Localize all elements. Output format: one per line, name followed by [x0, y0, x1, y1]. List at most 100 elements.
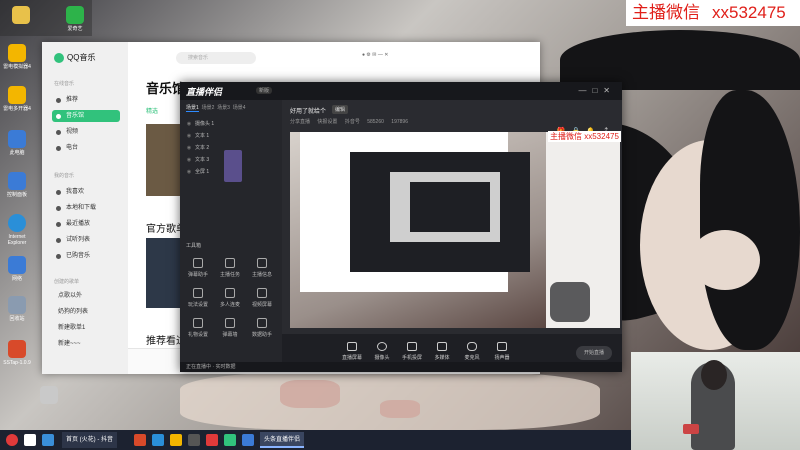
- desktop-icon-ldmulti[interactable]: 雷电多开器4: [2, 86, 32, 112]
- qq-created-item[interactable]: 新建歌单1: [52, 322, 120, 334]
- desktop-icon-user[interactable]: [6, 6, 36, 26]
- desktop-icon-recycle-bin[interactable]: 回收站: [2, 296, 32, 322]
- lp-tool-label: 多人连麦: [219, 302, 240, 308]
- microphone-icon: [467, 342, 477, 351]
- lp-tool[interactable]: 数据助手: [248, 318, 276, 338]
- close-icon[interactable]: ✕: [603, 86, 616, 95]
- taskbar-app-active[interactable]: 头条直播伴侣: [260, 432, 305, 448]
- desktop-icon-this-pc[interactable]: 此电脑: [2, 130, 32, 156]
- iqiyi-icon: [66, 6, 84, 24]
- lp-layer[interactable]: ◉ 文本 2: [186, 144, 209, 151]
- lp-meta-item[interactable]: 快报设置: [317, 119, 337, 125]
- settings-icon[interactable]: ⚙: [366, 52, 370, 58]
- desktop-icon-label: Internet Explorer: [7, 234, 27, 246]
- lp-start-live-button[interactable]: 开始直播: [576, 346, 612, 360]
- close-icon[interactable]: ✕: [384, 52, 388, 58]
- lp-meta-item[interactable]: 分享直播: [290, 119, 310, 125]
- lp-tools-header: 工具箱: [186, 243, 202, 249]
- lp-layer[interactable]: ◉ 摄像头 1: [186, 120, 214, 127]
- lp-control-phone[interactable]: 手机投屏: [398, 342, 426, 361]
- eye-icon[interactable]: ◉: [186, 157, 192, 163]
- lp-tool[interactable]: 多人连麦: [216, 288, 244, 308]
- desktop-icon-ldplayer[interactable]: 雷电模拟器4: [2, 44, 32, 70]
- screen-icon: [257, 288, 267, 298]
- desktop-icon-label: 此电脑: [9, 150, 25, 156]
- radio-icon: [56, 146, 61, 151]
- tab-scene-3[interactable]: 场景3: [217, 105, 230, 111]
- qq-mine-purchased[interactable]: 已购音乐: [52, 250, 120, 262]
- lp-tool[interactable]: 礼物设置: [184, 318, 212, 338]
- lp-tool[interactable]: 弹幕墙: [216, 318, 244, 338]
- qq-nav-recommend[interactable]: 推荐: [52, 94, 120, 106]
- eye-icon[interactable]: ◉: [186, 133, 192, 139]
- desktop-icon-control-panel[interactable]: 控制面板: [2, 172, 32, 198]
- desktop-icon-ie[interactable]: Internet Explorer: [2, 214, 32, 246]
- lp-layer[interactable]: ◉ 文本 1: [186, 132, 209, 139]
- eye-icon[interactable]: ◉: [186, 121, 192, 127]
- desktop-icon-label: 雷电模拟器4: [3, 64, 31, 70]
- minimize-icon[interactable]: —: [578, 86, 592, 95]
- qq-nav-video[interactable]: 视频: [52, 126, 120, 138]
- desktop-icon-iqiyi[interactable]: 爱奇艺: [60, 6, 90, 32]
- tab-scene-4[interactable]: 场景4: [233, 105, 246, 111]
- lp-tool[interactable]: 玩法设置: [184, 288, 212, 308]
- lp-tool-label: 弹幕助手: [187, 272, 208, 278]
- lp-tool[interactable]: 弹幕助手: [184, 258, 212, 278]
- lp-control-speaker[interactable]: 扬声器: [488, 342, 516, 361]
- tab-scene-1[interactable]: 场景1: [186, 105, 199, 112]
- qq-mine-local[interactable]: 本地和下载: [52, 202, 120, 214]
- lp-control-mic[interactable]: 麦克风: [458, 342, 486, 361]
- qq-music-icon[interactable]: [224, 434, 236, 446]
- sstap-icon: [8, 340, 26, 358]
- lp-layer[interactable]: ◉ 文本 3: [186, 156, 209, 163]
- taskbar-app-label: 头条直播伴侣: [264, 437, 301, 443]
- lp-control-label: 手机投屏: [401, 355, 422, 361]
- app-icon[interactable]: [152, 434, 164, 446]
- lp-tool[interactable]: 视频屏幕: [248, 288, 276, 308]
- qq-created-item[interactable]: 点歌以外: [52, 290, 120, 302]
- avatar[interactable]: ●: [362, 52, 365, 58]
- app-icon[interactable]: [134, 434, 146, 446]
- overlay-wechat-label: 主播微信 xx532475: [548, 131, 621, 142]
- search-icon[interactable]: [24, 434, 36, 446]
- desktop-icon-keyboard[interactable]: [34, 386, 64, 406]
- app-icon[interactable]: [170, 434, 182, 446]
- browser-icon[interactable]: [42, 434, 54, 446]
- app-icon[interactable]: [242, 434, 254, 446]
- lp-control-screen[interactable]: 直播屏幕: [338, 342, 366, 361]
- taskbar-app[interactable]: 首页 (火花) - 抖音: [62, 432, 117, 448]
- qq-mine-recent[interactable]: 最近播放: [52, 218, 120, 230]
- lp-layer[interactable]: ◉ 全屏 1: [186, 168, 209, 175]
- webcam-phone: [683, 424, 699, 434]
- steam-icon[interactable]: [188, 434, 200, 446]
- lp-tool-label: 主播任务: [219, 272, 240, 278]
- lp-tool[interactable]: 主播信息: [248, 258, 276, 278]
- minimize-icon[interactable]: —: [378, 52, 383, 58]
- qq-mine-liked[interactable]: 我喜欢: [52, 186, 120, 198]
- maximize-icon[interactable]: □: [592, 86, 603, 95]
- qq-created-item[interactable]: 新建~~~: [52, 338, 120, 350]
- start-icon[interactable]: [6, 434, 18, 446]
- lp-tool[interactable]: 主播任务: [216, 258, 244, 278]
- lp-control-media[interactable]: 多媒体: [428, 342, 456, 361]
- qq-mine-trial[interactable]: 试听列表: [52, 234, 120, 246]
- qq-created-item[interactable]: 奶狗的列表: [52, 306, 120, 318]
- desktop-icon-sstap[interactable]: SSTap-1.0.9: [2, 340, 32, 366]
- qq-nav-label: 电台: [66, 145, 79, 151]
- mail-icon[interactable]: ✉: [372, 52, 376, 58]
- desktop-icon-network[interactable]: 网络: [2, 256, 32, 282]
- qq-nav-music-hall[interactable]: 音乐馆: [52, 110, 120, 122]
- qq-nav-radio[interactable]: 电台: [52, 142, 120, 154]
- qq-mine-label: 已购音乐: [66, 253, 91, 259]
- tab-scene-2[interactable]: 场景2: [202, 105, 215, 111]
- lp-edit-button[interactable]: 编辑: [332, 105, 349, 114]
- lp-control-camera[interactable]: 摄像头: [368, 342, 396, 361]
- qq-tab-selected[interactable]: 精选: [146, 106, 158, 115]
- qq-section-created: 创建的歌单: [54, 279, 80, 285]
- eye-icon[interactable]: ◉: [186, 169, 192, 175]
- control-panel-icon: [8, 172, 26, 190]
- lp-status-bar: 正在直播中 · 实时数据: [180, 362, 622, 372]
- qq-search-input[interactable]: 搜索音乐: [176, 52, 256, 64]
- app-icon[interactable]: [206, 434, 218, 446]
- eye-icon[interactable]: ◉: [186, 145, 192, 151]
